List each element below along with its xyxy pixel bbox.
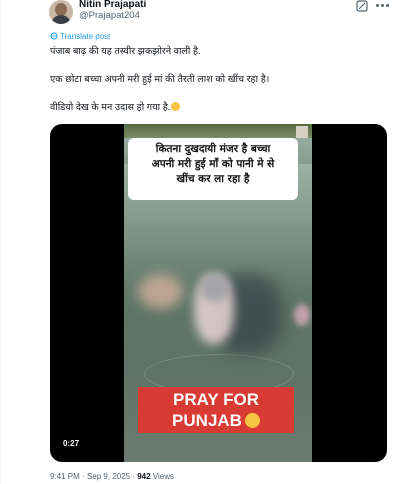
translate-label: Translate post — [60, 32, 111, 41]
video-duration: 0:27 — [63, 439, 80, 448]
views-count: 942 — [137, 472, 151, 481]
sad-face-emoji-icon — [171, 102, 181, 111]
sad-face-emoji-icon — [244, 413, 260, 428]
avatar-shirt — [51, 15, 71, 24]
caption-line-3: खींच कर ला रहा है — [176, 173, 250, 185]
caption-line-2: अपनी मरी हुई माँ को पानी मे से — [151, 158, 275, 170]
video-player[interactable]: कितना दुखदायी मंजर है बच्चा अपनी मरी हुई… — [50, 124, 387, 462]
video-frame[interactable]: कितना दुखदायी मंजर है बच्चा अपनी मरी हुई… — [124, 124, 312, 462]
post-text-line-3-text: वीडियो देख के मन उदास हो गया है. — [50, 102, 171, 113]
post-time[interactable]: 9:41 PM — [50, 472, 80, 481]
more-icon[interactable] — [376, 4, 390, 8]
author-handle[interactable]: @Prajapat204 — [79, 10, 140, 21]
translate-post-link[interactable]: Translate post — [50, 32, 110, 41]
post-text-line-1: पंजाब बाढ़ की यह तस्वीर झकझोरने वाली है. — [50, 46, 201, 57]
translate-icon — [50, 32, 58, 40]
pray-banner-line-2: PUNJAB — [172, 411, 242, 430]
post-meta: 9:41 PM · Sep 9, 2025 · 942 Views — [50, 472, 174, 481]
meta-separator: · — [132, 472, 135, 481]
blurred-object — [294, 304, 310, 326]
views-label: Views — [152, 472, 175, 481]
avatar[interactable] — [49, 0, 73, 24]
post-text-line-3: वीडियो देख के मन उदास हो गया है. — [50, 100, 181, 113]
post-text-line-2: एक छोटा बच्चा अपनी मरी हुई मां की तैरती … — [50, 74, 270, 85]
video-caption-box: कितना दुखदायी मंजर है बच्चा अपनी मरी हुई… — [128, 138, 298, 200]
blurred-body — [138, 274, 183, 309]
tree-line — [124, 124, 312, 138]
author-name[interactable]: Nitin Prajapati — [79, 0, 146, 10]
caption-line-1: कितना दुखदायी मंजर है बच्चा — [155, 143, 271, 155]
post-date[interactable]: Sep 9, 2025 — [87, 472, 130, 481]
post: Nitin Prajapati @Prajapat204 Translate p… — [0, 0, 420, 484]
pray-banner: PRAY FOR PUNJAB — [138, 387, 294, 433]
pray-banner-line-1: PRAY FOR — [173, 390, 259, 409]
meta-separator: · — [82, 472, 85, 481]
pray-banner-line-2-wrap: PUNJAB — [138, 410, 294, 431]
blurred-head — [200, 274, 230, 302]
grok-icon[interactable] — [356, 0, 368, 12]
corner-avatar-thumbnail — [296, 126, 308, 138]
